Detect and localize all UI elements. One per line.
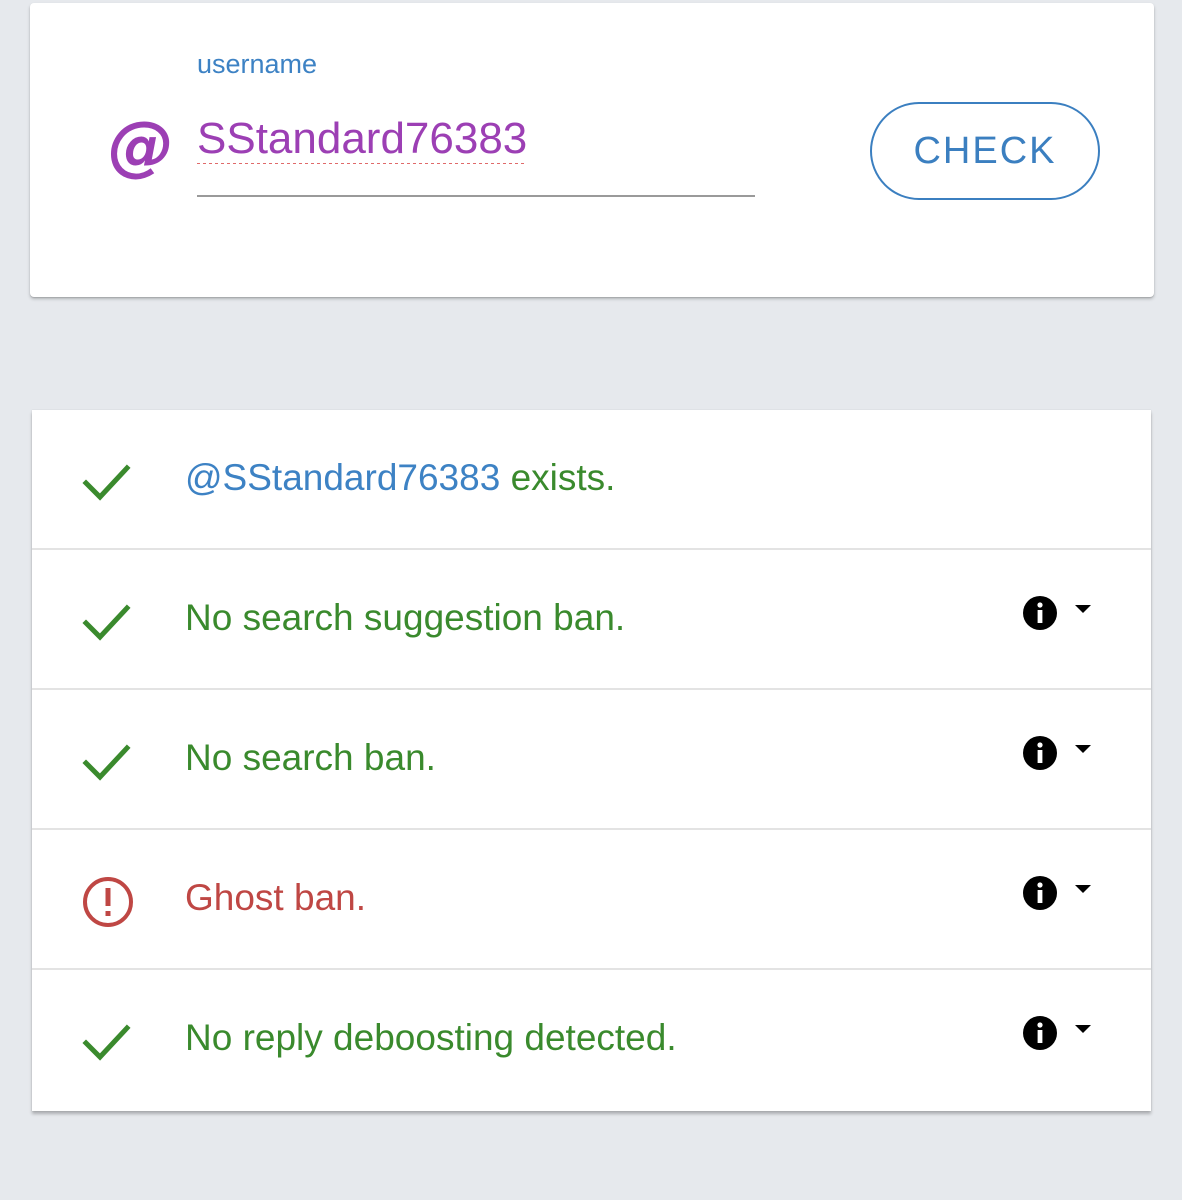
chevron-down-icon	[1075, 1025, 1091, 1033]
check-icon	[82, 744, 131, 781]
search-ban-info-toggle[interactable]	[1022, 735, 1112, 775]
username-input[interactable]	[197, 113, 755, 197]
account-handle: @SStandard76383	[185, 457, 501, 498]
result-row-account-exists: @SStandard76383 exists.	[32, 410, 1151, 550]
at-sign-icon: @	[108, 107, 174, 184]
search-suggestion-ban-text: No search suggestion ban.	[185, 597, 626, 638]
account-exists-suffix: exists.	[500, 457, 616, 498]
info-icon	[1023, 876, 1057, 910]
username-search-card: username @ CHECK	[30, 3, 1154, 297]
search-ban-text: No search ban.	[185, 737, 436, 778]
alert-circle-icon	[83, 877, 133, 927]
chevron-down-icon	[1075, 745, 1091, 753]
result-row-search-suggestion-ban: No search suggestion ban.	[32, 550, 1151, 690]
chevron-down-icon	[1075, 885, 1091, 893]
search-suggestion-ban-info-toggle[interactable]	[1022, 595, 1112, 635]
results-card: @SStandard76383 exists. No search sugges…	[32, 410, 1151, 1111]
account-exists-text: @SStandard76383 exists.	[185, 456, 615, 500]
result-row-reply-deboosting: No reply deboosting detected.	[32, 970, 1151, 1110]
check-icon	[82, 604, 131, 641]
ghost-ban-text: Ghost ban.	[185, 877, 367, 918]
check-icon	[82, 1024, 131, 1061]
chevron-down-icon	[1075, 605, 1091, 613]
result-row-search-ban: No search ban.	[32, 690, 1151, 830]
result-row-ghost-ban: Ghost ban.	[32, 830, 1151, 970]
info-icon	[1023, 736, 1057, 770]
check-icon	[82, 464, 131, 501]
username-field-label: username	[197, 49, 318, 79]
reply-deboosting-info-toggle[interactable]	[1022, 1015, 1112, 1055]
ghost-ban-info-toggle[interactable]	[1022, 875, 1112, 915]
reply-deboosting-text: No reply deboosting detected.	[185, 1017, 677, 1058]
info-icon	[1023, 1016, 1057, 1050]
info-icon	[1023, 596, 1057, 630]
check-button[interactable]: CHECK	[870, 102, 1100, 200]
